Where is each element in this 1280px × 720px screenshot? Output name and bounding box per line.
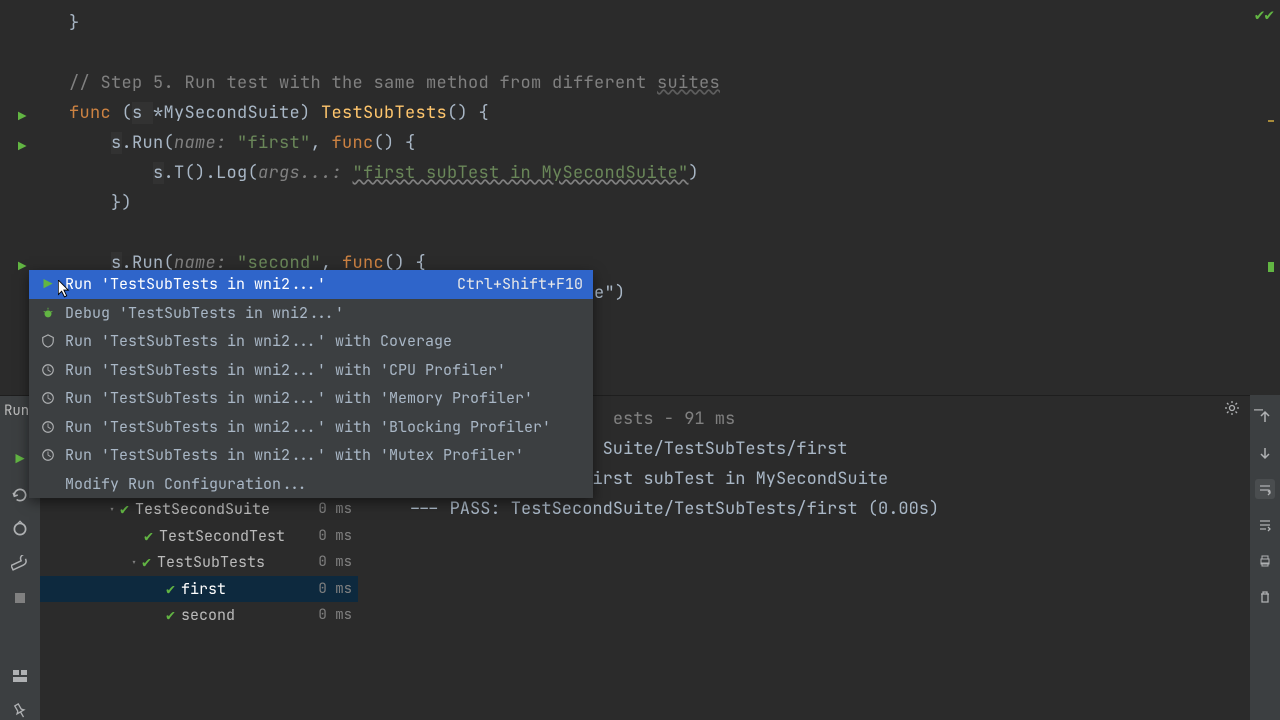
chevron-down-icon[interactable]: ▾ bbox=[104, 503, 120, 516]
shield-icon bbox=[39, 332, 57, 350]
menu-label: Run 'TestSubTests in wni2...' with 'CPU … bbox=[65, 360, 583, 380]
toggle-auto-test-icon[interactable] bbox=[10, 520, 30, 539]
scroll-to-end-icon[interactable] bbox=[1255, 515, 1275, 535]
menu-run-label: Run 'TestSubTests in wni2...' bbox=[65, 274, 457, 294]
menu-mutex-profiler[interactable]: Run 'TestSubTests in wni2...' with 'Mute… bbox=[29, 441, 593, 470]
pass-icon: ✔ bbox=[120, 499, 129, 519]
play-icon: ▶ bbox=[39, 275, 57, 293]
menu-memory-profiler[interactable]: Run 'TestSubTests in wni2...' with 'Memo… bbox=[29, 384, 593, 413]
menu-label: Run 'TestSubTests in wni2...' with Cover… bbox=[65, 331, 583, 351]
tree-subtests-row[interactable]: ▾ ✔ TestSubTests 0 ms bbox=[40, 549, 358, 576]
pin-icon[interactable] bbox=[10, 702, 30, 720]
menu-blocking-profiler[interactable]: Run 'TestSubTests in wni2...' with 'Bloc… bbox=[29, 413, 593, 442]
menu-label: Run 'TestSubTests in wni2...' with 'Mute… bbox=[65, 445, 583, 465]
output-toolbar bbox=[1250, 395, 1280, 720]
wrench-icon[interactable] bbox=[10, 554, 30, 573]
context-menu: ▶ Run 'TestSubTests in wni2...' Ctrl+Shi… bbox=[29, 270, 593, 498]
rerun-icon[interactable]: ▶ bbox=[10, 449, 30, 469]
pass-icon: ✔ bbox=[142, 552, 151, 572]
pass-icon: ✔ bbox=[144, 526, 153, 546]
pass-icon: ✔ bbox=[166, 579, 175, 599]
menu-run[interactable]: ▶ Run 'TestSubTests in wni2...' Ctrl+Shi… bbox=[29, 270, 593, 299]
clock-icon bbox=[39, 389, 57, 407]
print-icon[interactable] bbox=[1255, 551, 1275, 571]
menu-label: Run 'TestSubTests in wni2...' with 'Bloc… bbox=[65, 417, 583, 437]
bug-icon bbox=[39, 304, 57, 322]
inspection-ok-icon[interactable]: ✔✔ bbox=[1255, 4, 1274, 25]
tree-suite-row[interactable]: ▾ ✔ TestSecondSuite 0 ms bbox=[40, 496, 358, 523]
pass-icon: ✔ bbox=[166, 605, 175, 625]
clock-icon bbox=[39, 418, 57, 436]
menu-modify-config[interactable]: Modify Run Configuration... bbox=[29, 470, 593, 499]
menu-label: Run 'TestSubTests in wni2...' with 'Memo… bbox=[65, 388, 583, 408]
clock-icon bbox=[39, 361, 57, 379]
menu-cpu-profiler[interactable]: Run 'TestSubTests in wni2...' with 'CPU … bbox=[29, 356, 593, 385]
trash-icon[interactable] bbox=[1255, 587, 1275, 607]
tree-first-row[interactable]: ✔ first 0 ms bbox=[40, 576, 358, 603]
down-arrow-icon[interactable] bbox=[1255, 443, 1275, 463]
run-gutter-icon[interactable]: ▶ bbox=[18, 108, 26, 126]
menu-label: Debug 'TestSubTests in wni2...' bbox=[65, 303, 583, 323]
soft-wrap-icon[interactable] bbox=[1255, 479, 1275, 499]
layout-icon[interactable] bbox=[10, 667, 30, 686]
run-tool-label[interactable]: Run bbox=[4, 402, 29, 420]
clock-icon bbox=[39, 446, 57, 464]
rerun-failed-icon[interactable] bbox=[10, 485, 30, 504]
chevron-down-icon[interactable]: ▾ bbox=[126, 556, 142, 569]
run-gutter-icon[interactable]: ▶ bbox=[18, 138, 26, 156]
tree-second-row[interactable]: ✔ second 0 ms bbox=[40, 602, 358, 629]
menu-coverage[interactable]: Run 'TestSubTests in wni2...' with Cover… bbox=[29, 327, 593, 356]
cursor-icon bbox=[58, 280, 72, 298]
gear-icon[interactable] bbox=[1224, 400, 1242, 418]
tree-test-row[interactable]: ✔ TestSecondTest 0 ms bbox=[40, 523, 358, 550]
menu-shortcut: Ctrl+Shift+F10 bbox=[457, 274, 583, 294]
menu-debug[interactable]: Debug 'TestSubTests in wni2...' bbox=[29, 299, 593, 328]
run-gutter-icon[interactable]: ▶ bbox=[18, 258, 26, 276]
minimize-icon[interactable]: — bbox=[1254, 400, 1272, 418]
menu-label: Modify Run Configuration... bbox=[65, 474, 583, 494]
stop-icon[interactable] bbox=[10, 589, 30, 608]
